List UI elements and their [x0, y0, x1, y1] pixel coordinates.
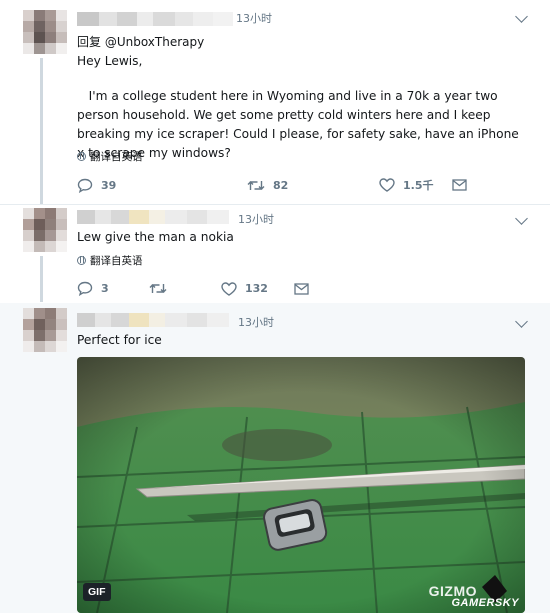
- message-icon: [294, 282, 309, 295]
- like-button[interactable]: 1.5千: [379, 177, 452, 193]
- chevron-down-icon[interactable]: [515, 212, 528, 225]
- translate-link[interactable]: 翻译自英语: [77, 149, 143, 164]
- author-name[interactable]: [77, 12, 233, 26]
- tweet[interactable]: 13小时 回复 @UnboxTherapy Hey Lewis, I'm a c…: [0, 0, 550, 204]
- tweet-text: Perfect for ice: [77, 333, 162, 347]
- translate-label: 翻译自英语: [90, 151, 143, 163]
- like-count: 132: [245, 282, 268, 295]
- author-name[interactable]: [77, 210, 229, 224]
- globe-icon: [77, 152, 86, 161]
- tweet-time[interactable]: 13小时: [238, 314, 274, 330]
- globe-icon: [77, 256, 86, 265]
- reply-icon: [77, 281, 93, 296]
- reply-to-label[interactable]: 回复 @UnboxTherapy: [77, 33, 204, 50]
- like-button[interactable]: 132: [221, 281, 294, 296]
- message-icon: [452, 179, 467, 191]
- reply-icon: [77, 178, 93, 193]
- tweet-greeting: Hey Lewis,: [77, 54, 143, 68]
- tweet-actions: 3 132: [77, 281, 309, 296]
- retweet-button[interactable]: 82: [247, 179, 323, 192]
- reply-count: 3: [101, 282, 109, 295]
- tweet-text: Lew give the man a nokia: [77, 230, 234, 244]
- tweet-time[interactable]: 13小时: [238, 211, 274, 227]
- chevron-down-icon[interactable]: [515, 315, 528, 328]
- reply-button[interactable]: 3: [77, 281, 149, 296]
- tweet-actions: 39 82 1.5千: [77, 177, 467, 193]
- avatar[interactable]: [23, 308, 67, 352]
- reply-button[interactable]: 39: [77, 178, 247, 193]
- like-count: 1.5千: [403, 179, 434, 192]
- retweet-count: 82: [273, 178, 289, 192]
- reply-count: 39: [101, 178, 117, 192]
- chevron-down-icon[interactable]: [515, 10, 528, 23]
- gif-badge: GIF: [83, 583, 111, 601]
- translate-label: 翻译自英语: [90, 255, 143, 267]
- like-icon: [221, 281, 237, 296]
- gif-frame-image: [77, 357, 525, 613]
- tweet[interactable]: 13小时 Lew give the man a nokia 翻译自英语 3 13…: [0, 205, 550, 303]
- author-name[interactable]: [77, 313, 229, 327]
- retweet-icon: [149, 284, 167, 293]
- retweet-button[interactable]: [149, 282, 221, 295]
- retweet-icon: [247, 180, 265, 190]
- watermark-gamersky: GAMERSKY: [451, 597, 519, 609]
- avatar[interactable]: [23, 10, 67, 54]
- translate-link[interactable]: 翻译自英语: [77, 253, 143, 268]
- avatar[interactable]: [23, 208, 67, 252]
- tweet-media-gif[interactable]: GIF GIZMO GAMERSKY: [77, 357, 525, 613]
- message-button[interactable]: [294, 282, 309, 295]
- tweet-time[interactable]: 13小时: [236, 10, 272, 26]
- tweet-text: I'm a college student here in Wyoming an…: [77, 89, 523, 160]
- message-button[interactable]: [452, 179, 467, 191]
- like-icon: [379, 178, 395, 192]
